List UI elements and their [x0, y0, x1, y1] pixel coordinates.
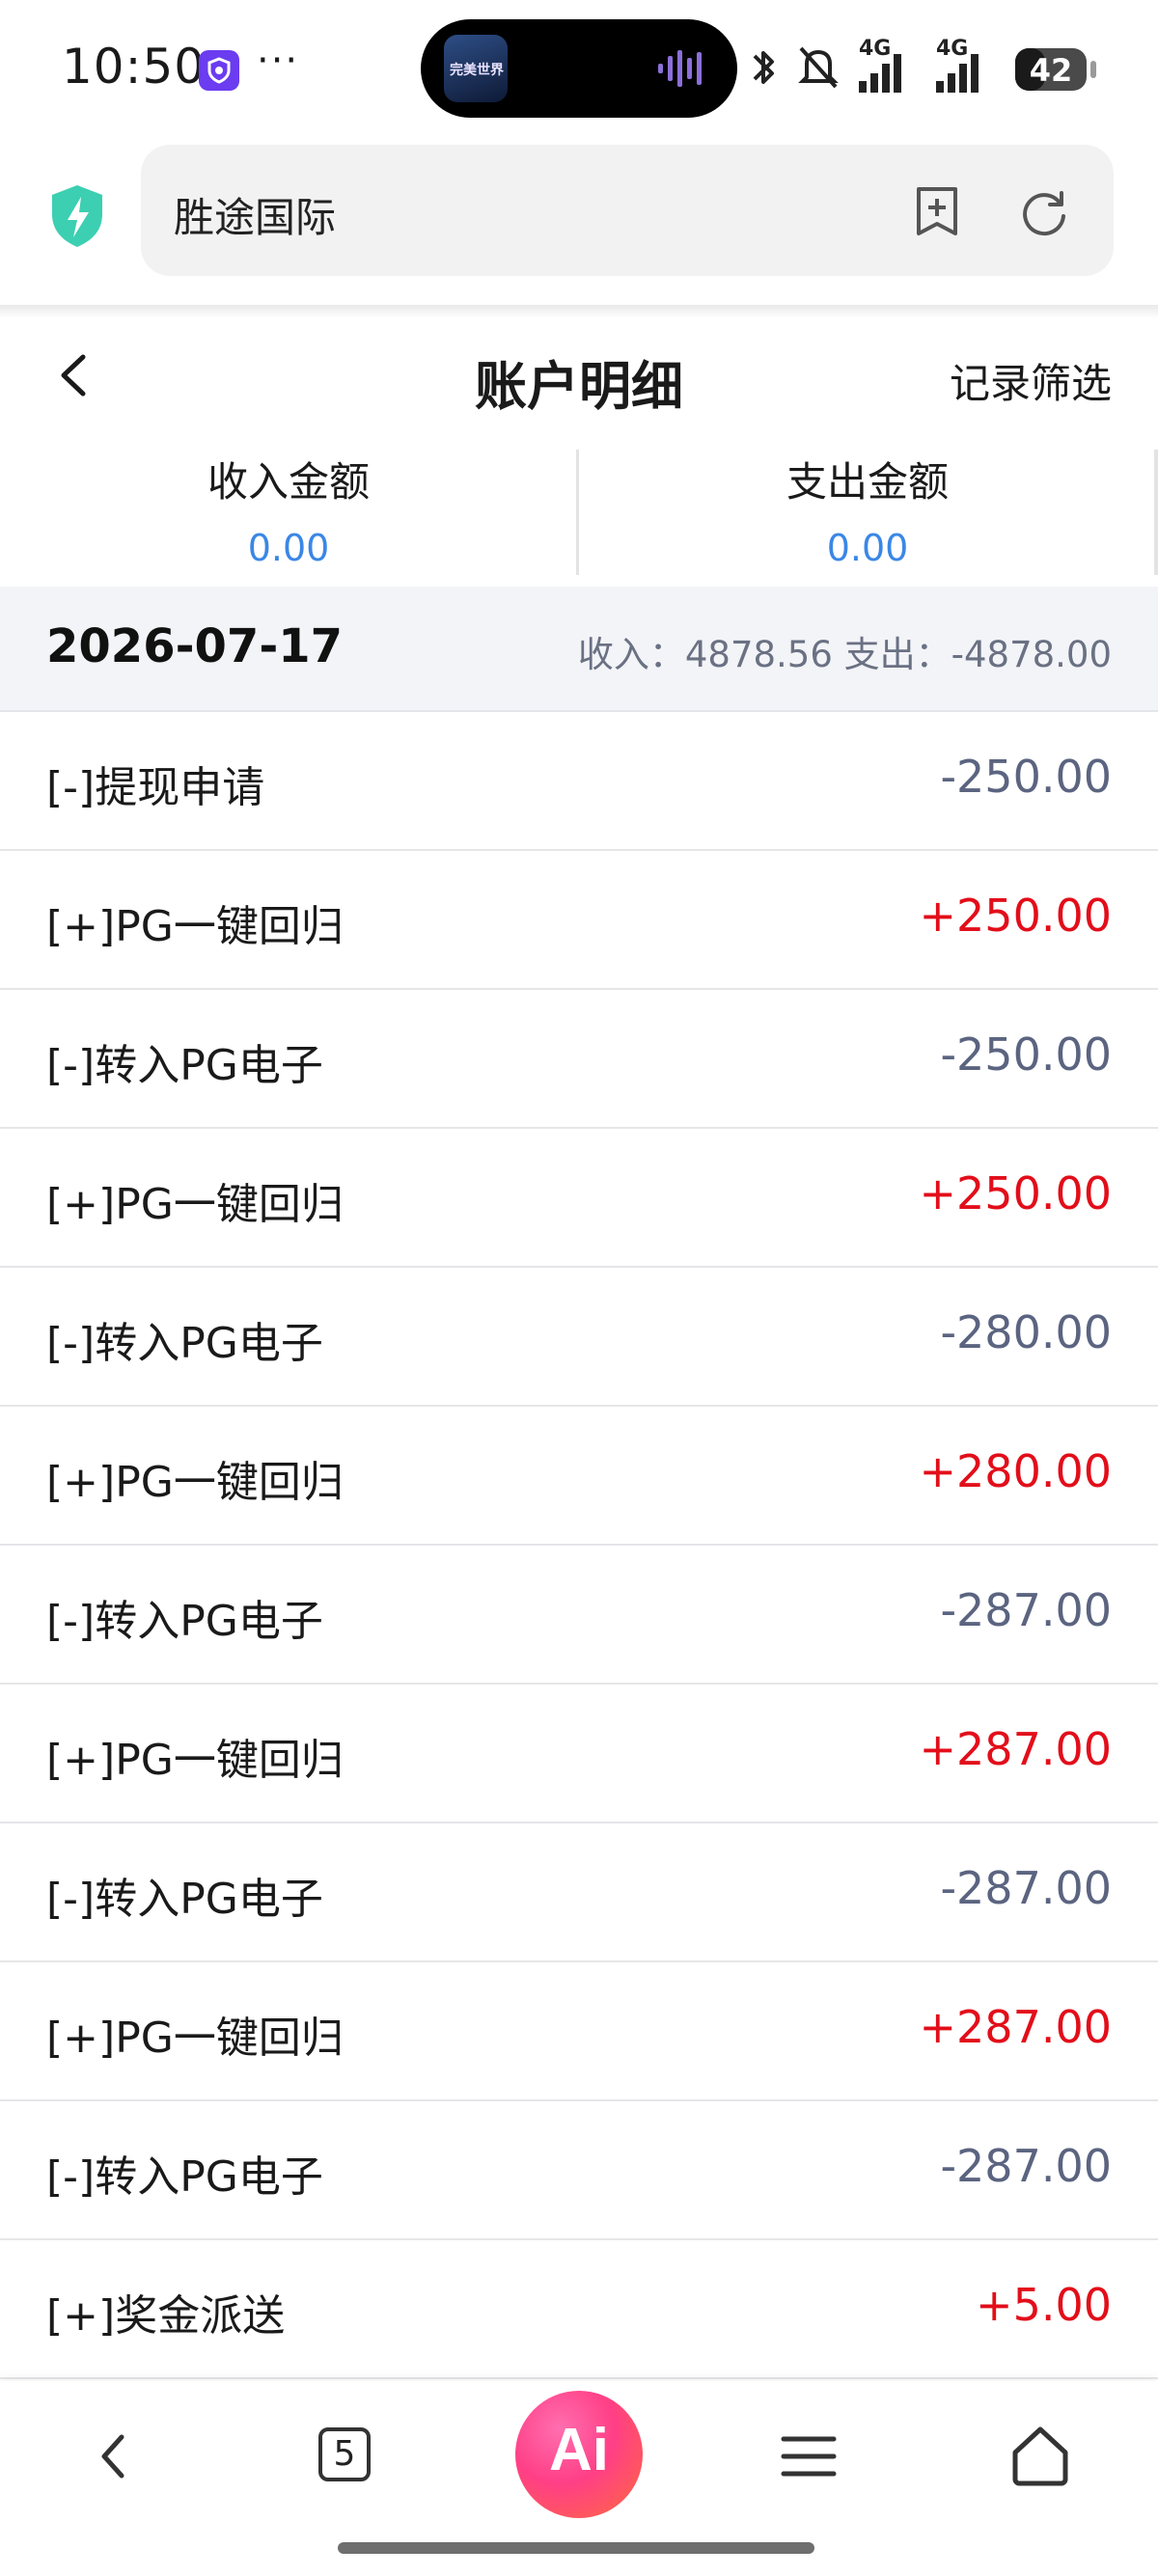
transaction-row[interactable]: [-]转入PG电子 -287.00 — [0, 2101, 1158, 2240]
battery-percent: 42 — [1029, 52, 1073, 89]
tabs-button[interactable]: 5 — [307, 2418, 384, 2495]
battery-tip — [1090, 61, 1096, 78]
shield-icon[interactable] — [48, 183, 106, 249]
transaction-label: [+]奖金派送 — [46, 2291, 286, 2341]
status-more-dots: ··· — [257, 39, 300, 83]
audio-wave-icon — [658, 50, 702, 87]
transaction-row[interactable]: [+]PG一键回归 +280.00 — [0, 1407, 1158, 1546]
group-totals: 收入：4878.56 支出：-4878.00 — [577, 634, 1112, 675]
transaction-amount: -287.00 — [940, 1584, 1112, 1636]
vpn-icon — [199, 50, 239, 91]
transaction-row[interactable]: [+]奖金派送 +5.00 — [0, 2240, 1158, 2379]
transaction-amount: +287.00 — [919, 2001, 1113, 2053]
toolbar-shadow — [0, 305, 1158, 318]
browser-toolbar: 胜途国际 — [0, 145, 1158, 309]
income-value: 0.00 — [247, 527, 330, 569]
transaction-label: [-]提现申请 — [46, 763, 265, 812]
transaction-amount: -287.00 — [940, 1862, 1112, 1914]
signal-icon-2 — [936, 54, 979, 93]
transaction-label: [+]PG一键回归 — [46, 2014, 344, 2063]
income-label: 收入金额 — [207, 458, 370, 506]
ai-icon: Ai — [549, 2417, 609, 2483]
address-bar[interactable]: 胜途国际 — [141, 145, 1114, 276]
transaction-label: [+]PG一键回归 — [46, 1458, 344, 1507]
expense-label: 支出金额 — [786, 458, 949, 506]
transaction-amount: +250.00 — [919, 890, 1113, 942]
transaction-row[interactable]: [+]PG一键回归 +250.00 — [0, 851, 1158, 990]
bluetooth-icon — [753, 51, 774, 84]
transaction-amount: +250.00 — [919, 1167, 1113, 1219]
status-time: 10:50 — [62, 39, 207, 95]
home-icon[interactable] — [1002, 2418, 1079, 2495]
date-group-header: 2026-07-17 收入：4878.56 支出：-4878.00 — [0, 587, 1158, 712]
transaction-label: [-]转入PG电子 — [46, 2152, 323, 2202]
status-bar: 10:50 ··· 完美世界 4G 4G 42 — [0, 0, 1158, 145]
transaction-list: [-]提现申请 -250.00 [+]PG一键回归 +250.00 [-]转入P… — [0, 712, 1158, 2379]
transaction-label: [-]转入PG电子 — [46, 1597, 323, 1646]
transaction-label: [-]转入PG电子 — [46, 1875, 323, 1924]
transaction-amount: +280.00 — [919, 1445, 1113, 1497]
transaction-amount: +5.00 — [976, 2279, 1112, 2331]
address-text[interactable]: 胜途国际 — [174, 185, 336, 244]
transaction-row[interactable]: [-]转入PG电子 -280.00 — [0, 1268, 1158, 1407]
page-header: 账户明细 记录筛选 — [0, 318, 1158, 434]
tabs-icon: 5 — [318, 2427, 371, 2481]
transaction-amount: +287.00 — [919, 1723, 1113, 1775]
transaction-amount: -250.00 — [940, 751, 1112, 803]
transaction-row[interactable]: [+]PG一键回归 +287.00 — [0, 1685, 1158, 1823]
transaction-label: [+]PG一键回归 — [46, 1736, 344, 1785]
transaction-row[interactable]: [-]转入PG电子 -250.00 — [0, 990, 1158, 1129]
income-summary: 收入金额 0.00 — [0, 440, 577, 585]
amount-summary: 收入金额 0.00 支出金额 0.00 — [0, 440, 1158, 585]
expense-summary: 支出金额 0.00 — [579, 440, 1156, 585]
island-thumb-text: 完美世界 — [450, 63, 504, 78]
mute-icon — [798, 46, 839, 89]
refresh-icon[interactable] — [1019, 187, 1069, 237]
group-date: 2026-07-17 — [46, 619, 344, 673]
record-filter-button[interactable]: 记录筛选 — [950, 351, 1112, 410]
add-bookmark-icon[interactable] — [913, 185, 961, 237]
transaction-row[interactable]: [+]PG一键回归 +287.00 — [0, 1962, 1158, 2101]
transaction-label: [+]PG一键回归 — [46, 1180, 344, 1229]
signal-icon — [859, 54, 901, 93]
transaction-amount: -250.00 — [940, 1028, 1112, 1081]
transaction-amount: -280.00 — [940, 1306, 1112, 1358]
expense-value: 0.00 — [826, 527, 909, 569]
transaction-row[interactable]: [-]转入PG电子 -287.00 — [0, 1823, 1158, 1962]
transaction-row[interactable]: [-]提现申请 -250.00 — [0, 712, 1158, 851]
ai-assistant-button[interactable]: Ai — [515, 2391, 643, 2518]
summary-edge-divider — [1154, 450, 1158, 575]
transaction-row[interactable]: [+]PG一键回归 +250.00 — [0, 1129, 1158, 1268]
now-playing-thumbnail: 完美世界 — [444, 35, 508, 102]
home-indicator[interactable] — [338, 2542, 814, 2554]
transaction-label: [-]转入PG电子 — [46, 1041, 323, 1090]
transaction-row[interactable]: [-]转入PG电子 -287.00 — [0, 1546, 1158, 1685]
dynamic-island[interactable]: 完美世界 — [421, 19, 737, 118]
menu-icon[interactable] — [770, 2418, 847, 2495]
battery-icon: 42 — [1015, 48, 1087, 91]
transaction-amount: -287.00 — [940, 2140, 1112, 2192]
transaction-label: [+]PG一键回归 — [46, 902, 344, 951]
nav-back-icon[interactable] — [75, 2418, 152, 2495]
transaction-label: [-]转入PG电子 — [46, 1319, 323, 1368]
